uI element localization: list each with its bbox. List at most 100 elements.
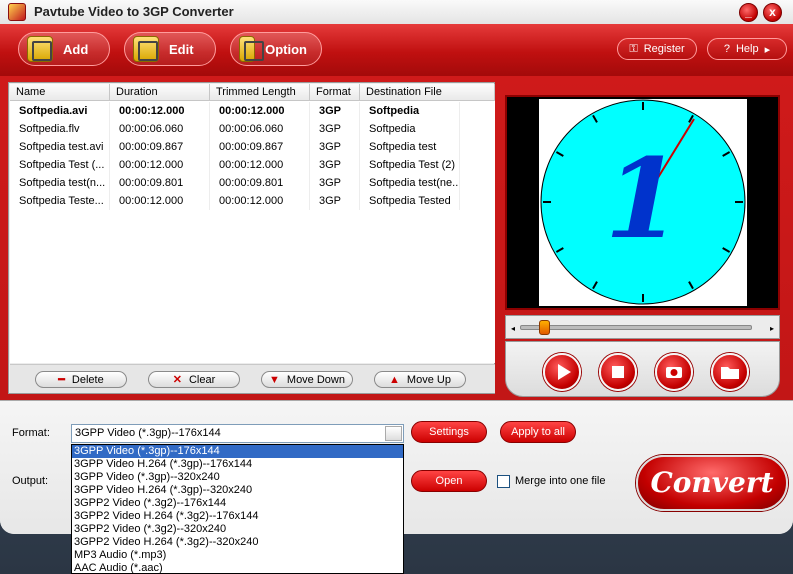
col-header-name[interactable]: Name <box>10 84 110 101</box>
player-controls <box>505 341 780 397</box>
cell-dest: Softpedia <box>360 120 460 138</box>
delete-button[interactable]: ━ Delete <box>35 371 127 388</box>
apply-to-all-button[interactable]: Apply to all <box>500 421 576 443</box>
play-icon <box>558 364 571 380</box>
output-label: Output: <box>12 475 49 487</box>
col-header-duration[interactable]: Duration <box>110 84 210 101</box>
delete-label: Delete <box>71 373 104 386</box>
cell-duration: 00:00:12.000 <box>110 156 210 174</box>
open-output-button[interactable]: Open <box>411 470 487 492</box>
cell-duration: 00:00:12.000 <box>110 192 210 210</box>
cell-duration: 00:00:12.000 <box>110 102 210 120</box>
cell-trimmed: 00:00:09.801 <box>210 174 310 192</box>
cell-format: 3GP <box>310 174 360 192</box>
dropdown-option[interactable]: 3GPP Video H.264 (*.3gp)--176x144 <box>72 458 403 471</box>
cell-format: 3GP <box>310 120 360 138</box>
cell-trimmed: 00:00:09.867 <box>210 138 310 156</box>
table-row[interactable]: Softpedia.avi 00:00:12.000 00:00:12.000 … <box>10 102 495 120</box>
cell-name: Softpedia test(n... <box>10 174 110 192</box>
add-label: Add <box>63 41 89 57</box>
add-button[interactable]: Add <box>18 32 110 66</box>
cell-format: 3GP <box>310 102 360 120</box>
dropdown-option[interactable]: 3GPP Video (*.3gp)--176x144 <box>72 445 403 458</box>
dropdown-option[interactable]: 3GPP2 Video (*.3g2)--176x144 <box>72 497 403 510</box>
cell-dest: Softpedia test(ne... <box>360 174 460 192</box>
cell-dest: Softpedia test <box>360 138 460 156</box>
app-icon <box>8 3 26 21</box>
convert-button[interactable]: Convert <box>636 455 788 511</box>
cell-name: Softpedia.avi <box>10 102 110 120</box>
minus-icon: ━ <box>58 374 65 386</box>
file-table: Name Duration Trimmed Length Format Dest… <box>10 84 495 363</box>
register-label: Register <box>643 43 685 55</box>
play-button[interactable] <box>543 353 581 391</box>
clear-button[interactable]: ✕ Clear <box>148 371 240 388</box>
table-row[interactable]: Softpedia test.avi 00:00:09.867 00:00:09… <box>10 138 495 156</box>
settings-button[interactable]: Settings <box>411 421 487 443</box>
seek-end-icon: ▸ <box>769 324 774 333</box>
format-select[interactable]: 3GPP Video (*.3gp)--176x144 <box>71 424 404 443</box>
col-header-destination[interactable]: Destination File <box>360 84 495 101</box>
dropdown-option[interactable]: 3GPP Video H.264 (*.3gp)--320x240 <box>72 484 403 497</box>
col-header-format[interactable]: Format <box>310 84 360 101</box>
cell-dest: Softpedia Test (2) <box>360 156 460 174</box>
option-button[interactable]: Option <box>230 32 322 66</box>
help-button[interactable]: ? Help ▸ <box>707 38 787 60</box>
cell-duration: 00:00:06.060 <box>110 120 210 138</box>
table-row[interactable]: Softpedia Teste... 00:00:12.000 00:00:12… <box>10 192 495 210</box>
dropdown-option[interactable]: MP3 Audio (*.mp3) <box>72 549 403 562</box>
open-folder-button[interactable] <box>711 353 749 391</box>
video-preview: 1 <box>505 95 780 310</box>
table-row[interactable]: Softpedia test(n... 00:00:09.801 00:00:0… <box>10 174 495 192</box>
move-up-button[interactable]: ▲ Move Up <box>374 371 466 388</box>
dropdown-option[interactable]: 3GPP Video (*.3gp)--320x240 <box>72 471 403 484</box>
table-row[interactable]: Softpedia.flv 00:00:06.060 00:00:06.060 … <box>10 120 495 138</box>
cell-trimmed: 00:00:12.000 <box>210 156 310 174</box>
cell-trimmed: 00:00:12.000 <box>210 102 310 120</box>
dropdown-option[interactable]: 3GPP2 Video H.264 (*.3g2)--176x144 <box>72 510 403 523</box>
close-button[interactable]: x <box>763 3 782 22</box>
dropdown-option[interactable]: 3GPP2 Video (*.3g2)--320x240 <box>72 523 403 536</box>
table-row[interactable]: Softpedia Test (... 00:00:12.000 00:00:1… <box>10 156 495 174</box>
cell-trimmed: 00:00:12.000 <box>210 192 310 210</box>
cell-format: 3GP <box>310 192 360 210</box>
format-value: 3GPP Video (*.3gp)--176x144 <box>75 427 221 439</box>
col-header-trimmed[interactable]: Trimmed Length <box>210 84 310 101</box>
seek-bar[interactable]: ◂ ▸ <box>505 315 780 339</box>
cell-dest: Softpedia <box>360 102 460 120</box>
stop-button[interactable] <box>599 353 637 391</box>
seek-start-icon: ◂ <box>511 324 516 333</box>
cell-format: 3GP <box>310 156 360 174</box>
cell-name: Softpedia.flv <box>10 120 110 138</box>
format-label: Format: <box>12 427 50 439</box>
snapshot-button[interactable] <box>655 353 693 391</box>
cell-format: 3GP <box>310 138 360 156</box>
key-icon: ⚿ <box>629 42 638 55</box>
minimize-button[interactable]: _ <box>739 3 758 22</box>
arrow-down-icon: ▼ <box>269 373 280 386</box>
edit-scissors-icon <box>133 36 159 62</box>
seek-thumb[interactable] <box>538 320 550 335</box>
folder-icon <box>721 367 739 379</box>
option-icon <box>239 36 265 62</box>
camera-icon <box>666 367 682 378</box>
edit-button[interactable]: Edit <box>124 32 216 66</box>
title-bar: Pavtube Video to 3GP Converter _ x <box>0 0 793 24</box>
register-button[interactable]: ⚿ Register <box>617 38 697 60</box>
main-area: Name Duration Trimmed Length Format Dest… <box>0 76 793 400</box>
chevron-right-icon: ▸ <box>764 43 771 56</box>
cell-duration: 00:00:09.867 <box>110 138 210 156</box>
cell-name: Softpedia Teste... <box>10 192 110 210</box>
move-down-label: Move Down <box>286 373 345 386</box>
help-icon: ? <box>723 43 730 55</box>
file-list-panel: Name Duration Trimmed Length Format Dest… <box>8 82 495 394</box>
dropdown-arrow-icon[interactable] <box>385 426 402 441</box>
dropdown-option[interactable]: AAC Audio (*.aac) <box>72 562 403 573</box>
cell-trimmed: 00:00:06.060 <box>210 120 310 138</box>
move-down-button[interactable]: ▼ Move Down <box>261 371 353 388</box>
list-actions-bar: ━ Delete ✕ Clear ▼ Move Down ▲ Move Up <box>10 364 495 393</box>
option-label: Option <box>265 41 307 57</box>
dropdown-option[interactable]: 3GPP2 Video H.264 (*.3g2)--320x240 <box>72 536 403 549</box>
x-icon: ✕ <box>172 374 182 386</box>
merge-checkbox[interactable] <box>497 475 510 488</box>
